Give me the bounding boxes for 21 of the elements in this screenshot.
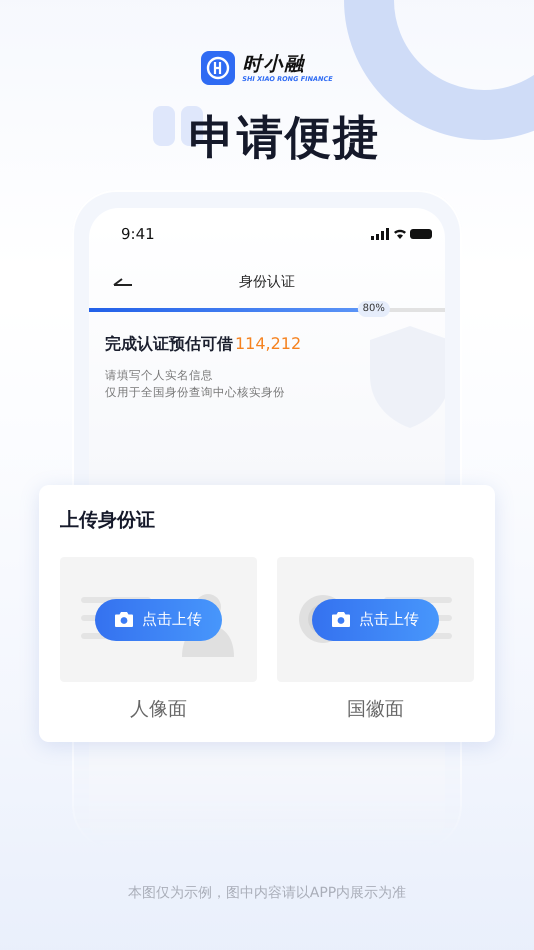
upload-button[interactable]: 点击上传: [312, 598, 439, 640]
id-upload-area[interactable]: 点击上传: [60, 557, 257, 682]
id-upload-area[interactable]: 点击上传: [277, 557, 474, 682]
progress-label: 80%: [358, 301, 390, 317]
logo-icon: [201, 51, 236, 85]
info-note: 请填写个人实名信息: [105, 367, 214, 384]
card-title: 上传身份证: [60, 508, 156, 533]
brand-name: 时小融: [242, 52, 306, 74]
side-caption: 人像面: [130, 697, 187, 722]
status-time: 9:41: [121, 225, 155, 243]
page-title: 身份认证: [239, 273, 295, 291]
info-note: 仅用于全国身份查询中心核实身份: [105, 384, 286, 401]
loan-estimate: 完成认证预估可借 114,212: [105, 334, 302, 355]
disclaimer: 本图仅为示例，图中内容请以APP内展示为准: [126, 884, 408, 902]
back-icon[interactable]: [113, 278, 133, 286]
camera-icon: [115, 612, 133, 627]
upload-button[interactable]: 点击上传: [95, 598, 222, 640]
status-icons-drawing: [371, 228, 433, 240]
camera-icon: [332, 612, 350, 627]
headline: 申请便捷: [189, 109, 381, 166]
side-caption: 国徽面: [347, 697, 404, 722]
